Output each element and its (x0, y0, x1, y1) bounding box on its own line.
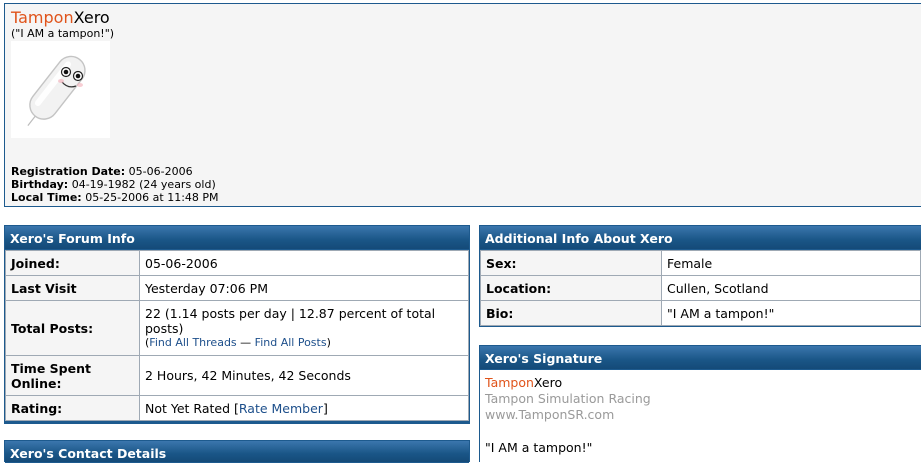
total-posts-cell: 22 (1.14 posts per day | 12.87 percent o… (139, 300, 469, 356)
additional-info-title: Additional Info About Xero (480, 226, 921, 250)
last-visit-row: Last Visit Yesterday 07:06 PM (5, 275, 469, 301)
profile-username: TamponXero (11, 9, 110, 27)
joined-label: Joined: (5, 250, 140, 276)
registration-info: Registration Date: 05-06-2006 Birthday: … (11, 165, 219, 204)
find-links: (Find All Threads — Find All Posts) (145, 336, 331, 349)
rating-label: Rating: (5, 395, 140, 421)
additional-info-table: Sex: Female Location: Cullen, Scotland B… (480, 250, 921, 326)
profile-header: TamponXero ("I AM a tampon!") Registrati… (4, 3, 921, 207)
location-label: Location: (480, 275, 662, 301)
username-second: Xero (73, 8, 110, 27)
rating-value: Not Yet Rated (145, 400, 231, 416)
sex-value: Female (661, 250, 921, 276)
time-spent-value: 2 Hours, 42 Minutes, 42 Seconds (139, 355, 469, 396)
contact-title: Xero's Contact Details (5, 441, 469, 463)
birthday-label: Birthday: (11, 178, 69, 191)
last-visit-label: Last Visit (5, 275, 140, 301)
signature-name: TamponXero (485, 375, 916, 391)
birthday-row: Birthday: 04-19-1982 (24 years old) (11, 178, 219, 191)
forum-info-title: Xero's Forum Info (5, 226, 469, 250)
sex-row: Sex: Female (480, 250, 921, 276)
total-posts-label: Total Posts: (5, 300, 140, 356)
rating-cell: Not Yet Rated [Rate Member] (139, 395, 469, 421)
signature-quote: "I AM a tampon!" (485, 440, 593, 455)
signature-line1: Tampon Simulation Racing (485, 391, 651, 406)
user-tagline: ("I AM a tampon!") (11, 27, 115, 40)
birthday-value: 04-19-1982 (24 years old) (71, 178, 216, 191)
find-all-threads-link[interactable]: Find All Threads (149, 336, 236, 349)
time-spent-row: Time Spent Online: 2 Hours, 42 Minutes, … (5, 355, 469, 396)
location-value: Cullen, Scotland (661, 275, 921, 301)
last-visit-value: Yesterday 07:06 PM (139, 275, 469, 301)
bio-row: Bio: "I AM a tampon!" (480, 300, 921, 326)
registration-date-row: Registration Date: 05-06-2006 (11, 165, 219, 178)
avatar (11, 41, 110, 138)
total-posts-row: Total Posts: 22 (1.14 posts per day | 12… (5, 300, 469, 356)
registration-date-label: Registration Date: (11, 165, 126, 178)
bio-value: "I AM a tampon!" (661, 300, 921, 326)
additional-info-panel: Additional Info About Xero Sex: Female L… (479, 225, 921, 327)
rating-row: Rating: Not Yet Rated [Rate Member] (5, 395, 469, 421)
joined-value: 05-06-2006 (139, 250, 469, 276)
location-row: Location: Cullen, Scotland (480, 275, 921, 301)
username-first: Tampon (11, 8, 74, 27)
signature-name-second: Xero (533, 375, 563, 390)
local-time-row: Local Time: 05-25-2006 at 11:48 PM (11, 191, 219, 204)
signature-title: Xero's Signature (480, 346, 921, 370)
total-posts-value: 22 (1.14 posts per day | 12.87 percent o… (145, 306, 436, 336)
joined-row: Joined: 05-06-2006 (5, 250, 469, 276)
registration-date-value: 05-06-2006 (128, 165, 193, 178)
signature-body: TamponXero Tampon Simulation Racing www.… (480, 370, 921, 462)
signature-line2: www.TamponSR.com (485, 407, 615, 422)
local-time-label: Local Time: (11, 191, 82, 204)
contact-panel: Xero's Contact Details (4, 440, 470, 463)
signature-panel: Xero's Signature TamponXero Tampon Simul… (479, 345, 921, 462)
avatar-image (11, 41, 110, 138)
forum-info-table: Joined: 05-06-2006 Last Visit Yesterday … (5, 250, 469, 421)
find-all-posts-link[interactable]: Find All Posts (255, 336, 327, 349)
sex-label: Sex: (480, 250, 662, 276)
forum-info-panel: Xero's Forum Info Joined: 05-06-2006 Las… (4, 225, 470, 424)
bio-label: Bio: (480, 300, 662, 326)
rate-member-link[interactable]: Rate Member (239, 401, 323, 416)
local-time-value: 05-25-2006 at 11:48 PM (85, 191, 219, 204)
signature-name-first: Tampon (485, 375, 534, 390)
time-spent-label: Time Spent Online: (5, 355, 140, 396)
